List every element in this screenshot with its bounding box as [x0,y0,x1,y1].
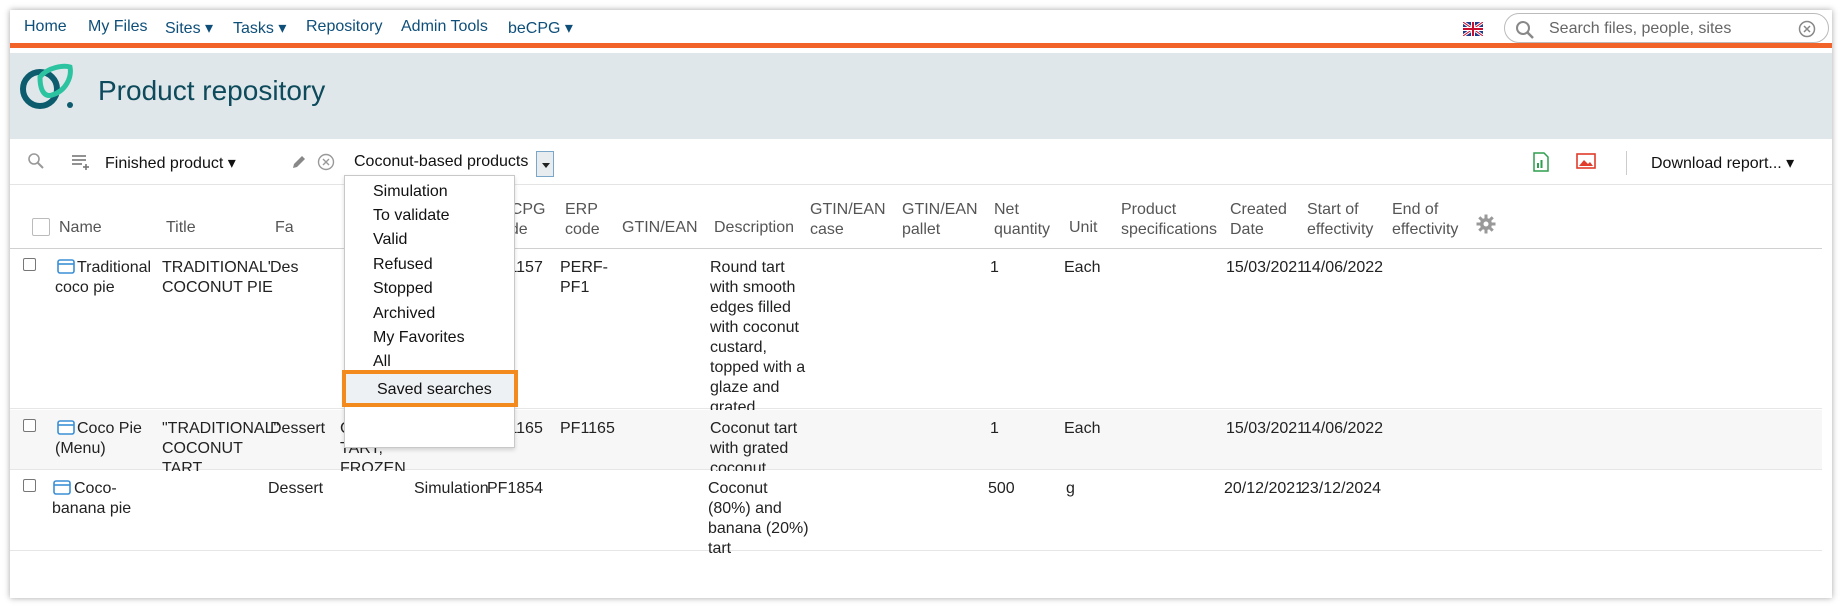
menu-item-stopped[interactable]: Stopped [345,275,514,303]
toolbar-divider [1626,151,1627,175]
col-description[interactable]: Description [714,218,794,238]
col-erp-code[interactable]: ERP code [565,200,600,240]
product-type-dropdown[interactable]: Finished product ▾ [105,153,236,173]
cell-net-quantity: 1 [990,259,999,276]
cell-net-quantity: 500 [988,480,1015,497]
nav-home[interactable]: Home [24,18,67,36]
cell-start-effectivity: 14/06/2022 [1303,259,1384,276]
cell-start-effectivity: 14/06/2022 [1303,420,1384,437]
toolbar: Finished product ▾ Coconut-based product… [10,139,1832,185]
edit-pencil-icon[interactable] [290,153,308,171]
search-icon[interactable] [27,152,45,170]
nav-becpg[interactable]: beCPG ▾ [508,18,573,38]
saved-filter-label[interactable]: Coconut-based products [354,153,528,171]
cell-becpg-code: PF1854 [487,480,544,497]
col-net-quantity[interactable]: Net quantity [994,200,1050,240]
clear-search-icon[interactable] [1798,20,1816,38]
row-checkbox[interactable] [23,419,36,432]
menu-item-valid[interactable]: Valid [345,226,514,254]
cell-created-date: 20/12/2021 [1224,480,1305,497]
cell-title: TRADITIONAL' COCONUT PIE [162,259,273,296]
menu-item-saved-searches[interactable]: Saved searches [342,370,518,407]
nav-repository[interactable]: Repository [306,18,382,36]
cell-description: Coconut tart with grated coconut [710,420,798,477]
select-all-checkbox[interactable] [32,218,50,236]
global-search [1504,13,1829,43]
cell-created-date: 15/03/2021 [1226,259,1307,276]
col-gtin-case[interactable]: GTIN/EAN case [810,200,886,240]
clear-filter-icon[interactable] [317,153,335,171]
cell-family: Des [270,259,299,276]
filter-dropdown-button[interactable] [536,151,554,177]
excel-export-icon[interactable] [1532,152,1550,172]
cell-family: Dessert [268,480,324,497]
col-start-effectivity[interactable]: Start of effectivity [1307,200,1373,240]
row-checkbox[interactable] [23,258,36,271]
cell-title: "TRADITIONAL" COCONUT TART [162,420,280,477]
search-input[interactable] [1547,18,1782,40]
top-nav: Home My Files Sites ▾ Tasks ▾ Repository… [10,10,1832,48]
nav-sites[interactable]: Sites ▾ [165,18,213,38]
page-title: Product repository [98,75,326,106]
image-report-icon[interactable] [1576,152,1596,170]
download-report-dropdown[interactable]: Download report... ▾ [1651,153,1794,173]
nav-admin-tools[interactable]: Admin Tools [401,18,488,36]
row-checkbox[interactable] [23,479,36,492]
cell-name[interactable]: Coco Pie (Menu) [55,419,142,459]
cell-erp-code: PERF- PF1 [560,259,608,296]
cell-name[interactable]: Traditional coco pie [55,258,151,298]
product-table: Name Title Fa ite of oduct beCPG code ER… [10,186,1832,598]
cell-unit: Each [1064,259,1101,276]
filter-dropdown-menu: Simulation To validate Valid Refused Sto… [342,175,518,448]
uk-flag-icon[interactable] [1463,22,1483,36]
cell-created-date: 15/03/2021 [1226,420,1307,437]
col-gtin-pallet[interactable]: GTIN/EAN pallet [902,200,978,240]
app-window: Home My Files Sites ▾ Tasks ▾ Repository… [10,10,1832,598]
col-product-specifications[interactable]: Product specifications [1121,200,1217,240]
col-title[interactable]: Title [166,218,196,238]
cell-unit: g [1066,480,1075,497]
nav-tasks[interactable]: Tasks ▾ [233,18,286,38]
becpg-logo [20,63,73,109]
cell-state: Simulation [414,480,489,497]
column-settings-gear-icon[interactable] [1476,214,1496,234]
cell-unit: Each [1064,420,1101,437]
col-end-effectivity[interactable]: End of effectivity [1392,200,1458,240]
col-gtin-ean[interactable]: GTIN/EAN [622,218,698,238]
cell-family: Dessert [270,420,326,437]
cell-name[interactable]: Coco- banana pie [52,479,131,519]
search-icon [1516,21,1534,39]
cell-erp-code: PF1165 [560,420,615,437]
page-header: Product repository [10,53,1832,139]
cell-start-effectivity: 23/12/2024 [1301,480,1382,497]
cell-net-quantity: 1 [990,420,999,437]
list-add-icon[interactable] [70,153,90,171]
col-created-date[interactable]: Created Date [1230,200,1287,240]
col-unit[interactable]: Unit [1069,218,1097,238]
nav-my-files[interactable]: My Files [88,18,148,36]
cell-description: Coconut (80%) and banana (20%) tart [708,480,809,557]
col-name[interactable]: Name [59,218,102,238]
col-family[interactable]: Fa [275,218,294,238]
